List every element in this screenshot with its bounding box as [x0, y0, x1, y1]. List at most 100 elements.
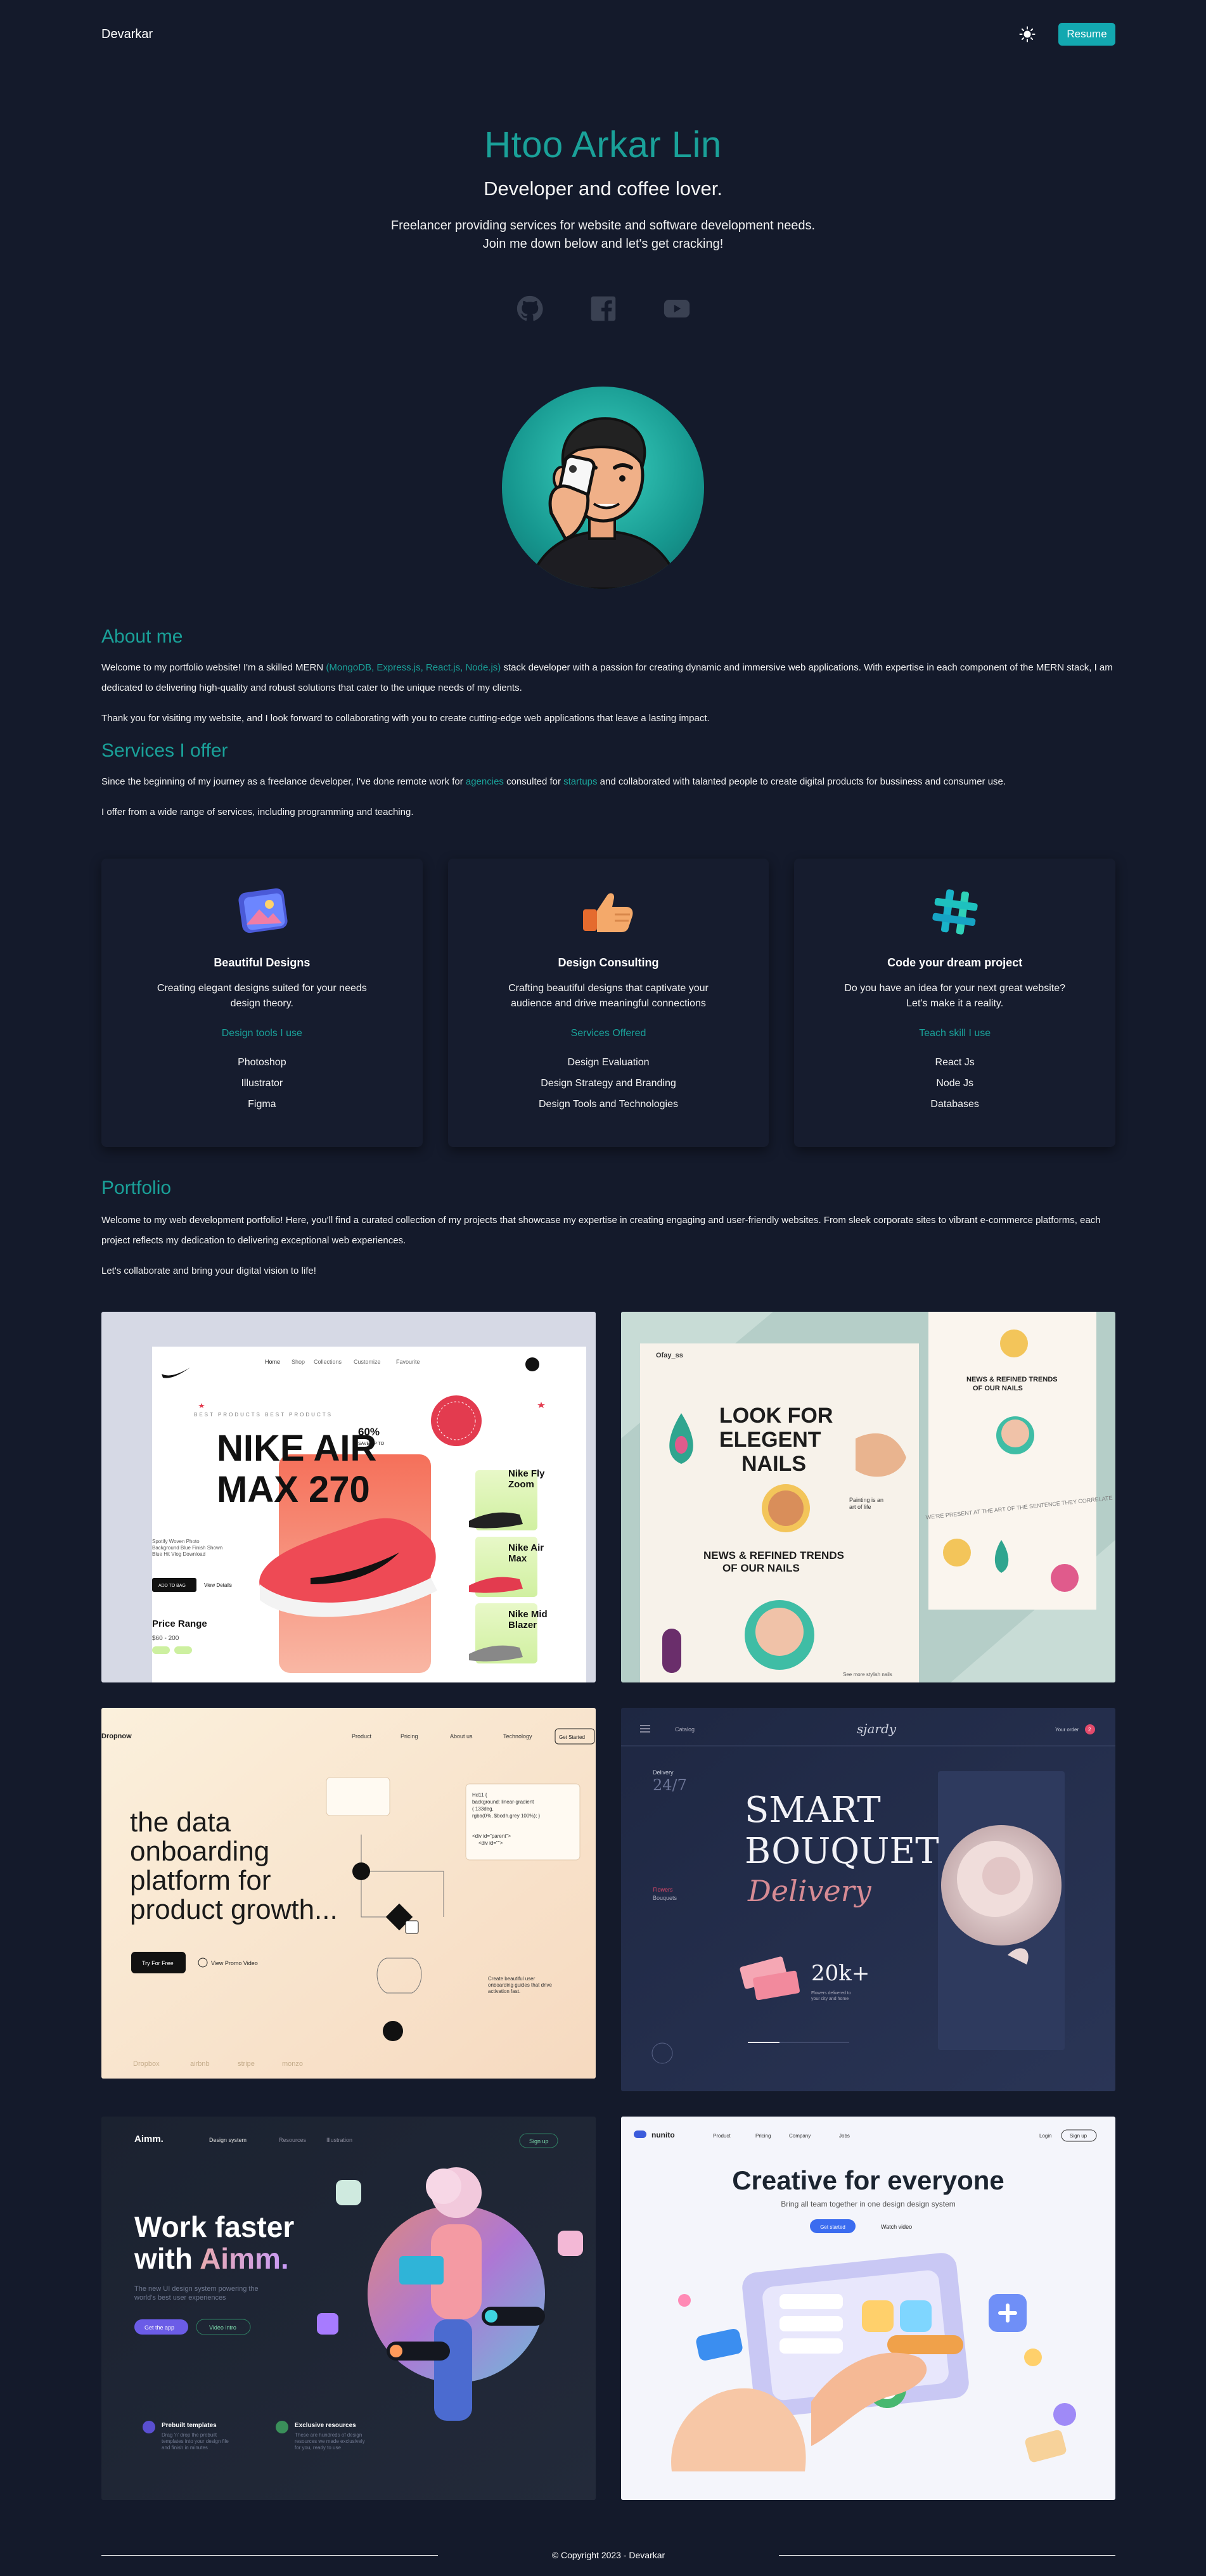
hero-tagline: Developer and coffee lover. [484, 177, 722, 200]
nav-item[interactable]: Technology [503, 1733, 532, 1740]
nav-item[interactable]: Design system [209, 2137, 247, 2143]
login-link[interactable]: Login [1039, 2133, 1052, 2139]
get-started-label: Get Started [559, 1734, 585, 1740]
facebook-icon[interactable] [590, 295, 617, 322]
logo: Aimm. [134, 2134, 164, 2144]
logo: sjardy [857, 1721, 897, 1736]
about-paragraph-2: Thank you for visiting my website, and I… [101, 713, 710, 724]
service-card-designs: Beautiful Designs Creating elegant desig… [101, 859, 423, 1147]
discount-sub: SAVE UP TO [358, 1442, 385, 1446]
subheadline: Bring all team together in one design de… [781, 2200, 956, 2208]
card-title: Beautiful Designs [214, 956, 311, 969]
stat: 20k+ [811, 1961, 869, 1986]
get-started-label: Get started [820, 2224, 845, 2230]
card-subtitle: Services Offered [570, 1028, 646, 1039]
card-description: Do you have an idea for your next great … [844, 983, 1065, 1009]
headline: NIKE AIR [217, 1428, 376, 1469]
list-item: Figma [248, 1099, 276, 1110]
youtube-icon[interactable] [664, 295, 690, 322]
services-text: consulted for [503, 776, 564, 787]
add-to-bag-label: ADD TO BAG [158, 1584, 186, 1588]
divider [101, 2554, 438, 2556]
watch-video-link[interactable]: Watch video [881, 2224, 912, 2230]
service-cards: Beautiful Designs Creating elegant desig… [101, 859, 1116, 1147]
signup-label: Sign up [1070, 2133, 1087, 2139]
social-links [0, 295, 1206, 322]
nav-item[interactable]: Jobs [839, 2133, 850, 2139]
nav-item[interactable]: Customize [354, 1359, 381, 1365]
feature-title: Exclusive resources [295, 2422, 356, 2429]
sun-icon[interactable] [1019, 26, 1036, 42]
services-text: Since the beginning of my journey as a f… [101, 776, 466, 787]
hero-section: Htoo Arkar Lin Developer and coffee love… [0, 124, 1206, 253]
your-order-link[interactable]: Your order [1055, 1727, 1079, 1733]
footer: © Copyright 2023 - Devarkar [101, 2547, 1116, 2563]
nav-item[interactable]: Company [789, 2133, 811, 2139]
headline: MAX 270 [217, 1469, 370, 1510]
nav-item[interactable]: Favourite [396, 1359, 420, 1365]
portfolio-item-dropnow[interactable]: Dropnow Product Pricing About us Technol… [101, 1708, 596, 2079]
partner-logo: monzo [282, 2060, 303, 2068]
list-item: Databases [930, 1099, 979, 1110]
view-details-link[interactable]: View Details [204, 1582, 232, 1588]
signup-label: Sign up [529, 2138, 549, 2144]
headline: Creative for everyone [732, 2165, 1004, 2195]
headline: with Aimm. [134, 2242, 289, 2275]
nav-item[interactable]: Home [265, 1359, 280, 1365]
portfolio-item-nike[interactable]: Home Shop Collections Customize Favourit… [101, 1312, 596, 1682]
portfolio-item-nunito[interactable]: nunito Product Pricing Company Jobs Logi… [621, 2117, 1115, 2500]
portfolio-item-bouquet[interactable]: Catalog sjardy Your order 2 Delivery 24/… [621, 1708, 1115, 2091]
title: SMART [745, 1790, 881, 1831]
hashtag-icon [932, 889, 978, 935]
portfolio-title: Portfolio [101, 1177, 172, 1198]
nav-item[interactable]: Illustration [326, 2137, 352, 2143]
list-item: Design Tools and Technologies [539, 1099, 679, 1110]
logo: Dropnow [101, 1733, 132, 1740]
nav-item[interactable]: Pricing [755, 2133, 771, 2139]
github-icon[interactable] [516, 295, 543, 322]
catalog-link[interactable]: Catalog [675, 1726, 695, 1733]
nav-item[interactable]: Product [713, 2133, 731, 2139]
nav-item[interactable]: Pricing [401, 1733, 418, 1740]
nav-item[interactable]: Collections [314, 1359, 342, 1365]
nav-item[interactable]: Product [352, 1733, 372, 1740]
promo-video-link[interactable]: View Promo Video [211, 1960, 258, 1966]
thumbs-up-icon [583, 893, 633, 932]
nav-item[interactable]: Shop [292, 1359, 305, 1365]
portfolio-item-nails[interactable]: Ofay_ss LOOK FOR ELEGENT NAILS Painting is… [621, 1312, 1115, 1682]
copyright: © Copyright 2023 - Devarkar [551, 2550, 665, 2560]
top-nav: Devarkar Resume [101, 22, 1115, 47]
caption[interactable]: See more stylish nails [843, 1672, 892, 1677]
card-list: React Js Node Js Databases [794, 1052, 1115, 1115]
nav-item[interactable]: Resources [279, 2137, 307, 2143]
agencies-highlight: agencies [465, 776, 504, 787]
about-title: About me [101, 626, 183, 647]
about-stack-highlight: (MongoDB, Express.js, React.js, Node.js) [326, 662, 501, 673]
script-title: Delivery [747, 1874, 872, 1908]
hero-desc-line: Join me down below and let's get crackin… [482, 237, 724, 251]
portfolio-item-aimm[interactable]: Aimm. Design system Resources Illustrati… [101, 2117, 596, 2500]
kicker: BEST PRODUCTS BEST PRODUCTS [194, 1412, 333, 1418]
hero-desc-line: Freelancer providing services for websit… [390, 219, 816, 233]
price: $60 - 200 [152, 1635, 179, 1642]
card-list: Photoshop Illustrator Figma [101, 1052, 423, 1115]
services-title: Services I offer [101, 740, 228, 761]
partner-logo: airbnb [190, 2060, 210, 2068]
divider [779, 2554, 1116, 2556]
list-item: React Js [935, 1057, 975, 1068]
portfolio-paragraph-1: Welcome to my web development portfolio!… [101, 1215, 1101, 1246]
card-list: Design Evaluation Design Strategy and Br… [448, 1052, 769, 1115]
logo: nunito [651, 2131, 675, 2139]
hero-description: Freelancer providing services for websit… [0, 217, 1206, 253]
about-paragraph-1: Welcome to my portfolio website! I'm a s… [101, 658, 1115, 698]
brand-logo[interactable]: Devarkar [101, 27, 153, 42]
partner-logo: stripe [238, 2060, 255, 2068]
nav-item[interactable]: About us [450, 1733, 473, 1740]
resume-button[interactable]: Resume [1058, 23, 1115, 46]
search-icon[interactable] [525, 1357, 539, 1371]
feature-title: Prebuilt templates [162, 2422, 217, 2429]
nav-actions: Resume [1019, 23, 1115, 46]
card-subtitle: Teach skill I use [919, 1028, 991, 1039]
card-subtitle: Design tools I use [221, 1028, 302, 1039]
startups-highlight: startups [563, 776, 598, 787]
